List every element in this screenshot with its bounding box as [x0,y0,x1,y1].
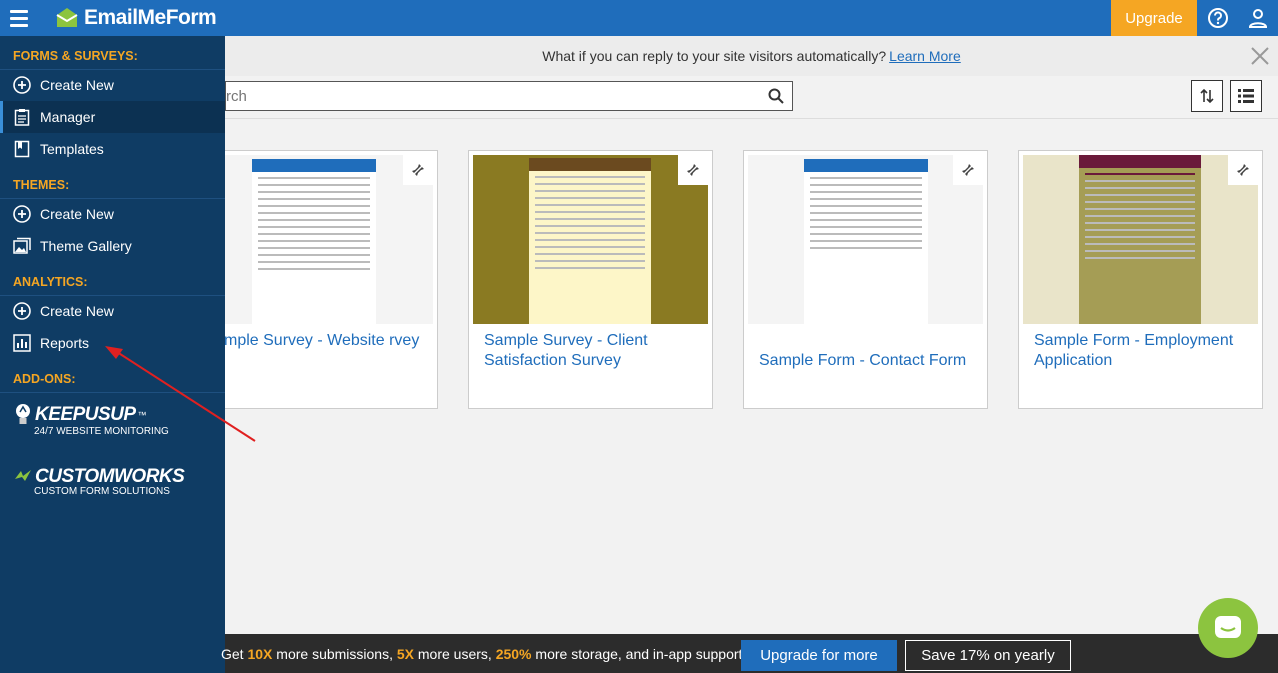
sidebar-item-label: Create New [40,303,114,319]
list-icon [1238,89,1254,103]
plus-circle-icon [12,204,32,224]
promo-number: 250% [495,645,532,662]
form-thumbnail [1023,155,1258,324]
chat-icon [1215,616,1241,638]
sidebar-item-themes-create[interactable]: Create New [0,198,225,230]
promo-bar: Get 10X more submissions, 5X more users,… [221,634,1278,673]
app-logo[interactable]: EmailMeForm [54,3,217,33]
logo-envelope-icon [56,8,78,27]
pin-icon[interactable] [403,155,433,185]
section-forms-heading: FORMS & SURVEYS: [13,49,138,63]
promo-segment: more users, [414,645,496,662]
pin-icon[interactable] [953,155,983,185]
lightbulb-icon [16,404,30,424]
search-input[interactable] [226,82,756,110]
chat-widget-button[interactable] [1198,598,1258,658]
top-bar: EmailMeForm Upgrade [0,0,1278,36]
template-icon [12,139,32,159]
sidebar-divider [0,392,225,393]
user-icon[interactable] [1246,6,1270,30]
card-title[interactable]: Sample Form - Employment Application [1034,331,1249,371]
sort-button[interactable] [1191,80,1223,112]
logo-text: EmailMeForm [84,6,217,29]
sidebar-item-manager[interactable]: Manager [0,101,225,133]
form-card[interactable]: Sample Survey - Client Satisfaction Surv… [468,150,713,409]
toolbar-divider [225,118,1278,119]
form-card[interactable]: Sample Form - Contact Form [743,150,988,409]
upgrade-for-more-button[interactable]: Upgrade for more [741,640,897,671]
search-box [225,81,793,111]
upgrade-button[interactable]: Upgrade [1111,0,1197,36]
sidebar-item-label: Create New [40,206,114,222]
sidebar-item-forms-create[interactable]: Create New [0,69,225,101]
keepusup-subtitle: 24/7 WEBSITE MONITORING [34,426,169,437]
keepusup-addon[interactable]: KEEPUSUP ™ 24/7 WEBSITE MONITORING [13,402,169,437]
pin-icon[interactable] [1228,155,1258,185]
learn-more-link[interactable]: Learn More [889,48,961,64]
section-addons-heading: ADD-ONS: [13,372,76,386]
save-yearly-button[interactable]: Save 17% on yearly [905,640,1071,671]
sidebar-item-label: Theme Gallery [40,238,132,254]
form-thumbnail [748,155,983,324]
search-icon[interactable] [768,88,784,104]
sidebar-item-label: Reports [40,335,90,351]
card-title[interactable]: Sample Survey - Client Satisfaction Surv… [484,331,699,371]
sidebar-item-label: Manager [40,109,96,125]
notice-text: What if you can reply to your site visit… [542,48,887,64]
form-thumbnail [473,155,708,324]
keepusup-tm: ™ [137,410,147,420]
customworks-brand: CUSTOMWORKS [35,466,185,487]
section-analytics-heading: ANALYTICS: [13,275,88,289]
promo-segment: more storage, and in-app support. [531,645,747,662]
sidebar-item-label: Create New [40,77,114,93]
bar-chart-icon [12,333,32,353]
form-card[interactable]: Sample Form - Employment Application [1018,150,1263,409]
promo-pre: Get [221,645,248,662]
promo-segment: more submissions, [272,645,397,662]
plus-circle-icon [12,301,32,321]
sort-icon [1200,88,1214,104]
form-card[interactable]: mple Survey - Website rvey [193,150,438,409]
sidebar-item-templates[interactable]: Templates [0,133,225,165]
close-icon[interactable] [1250,46,1270,66]
sidebar: FORMS & SURVEYS: Create New Manager Temp… [0,36,225,673]
help-icon[interactable] [1206,6,1230,30]
card-title[interactable]: mple Survey - Website rvey [224,331,439,351]
customworks-logo-icon [15,470,31,481]
promo-text: Get 10X more submissions, 5X more users,… [221,634,747,673]
section-themes-heading: THEMES: [13,178,70,192]
gallery-icon [12,236,32,256]
form-thumbnail [198,155,433,324]
list-view-button[interactable] [1230,80,1262,112]
keepusup-brand: KEEPUSUP [35,404,136,425]
sidebar-item-reports[interactable]: Reports [0,327,225,359]
customworks-addon[interactable]: CUSTOMWORKS CUSTOM FORM SOLUTIONS [13,466,185,497]
menu-icon[interactable] [0,0,38,36]
sidebar-item-label: Templates [40,141,104,157]
customworks-subtitle: CUSTOM FORM SOLUTIONS [34,486,170,497]
notice-bar: What if you can reply to your site visit… [225,36,1278,76]
pin-icon[interactable] [678,155,708,185]
sidebar-item-theme-gallery[interactable]: Theme Gallery [0,230,225,262]
promo-number: 5X [396,645,414,662]
clipboard-icon [12,107,32,127]
plus-circle-icon [12,75,32,95]
sidebar-item-analytics-create[interactable]: Create New [0,295,225,327]
card-title[interactable]: Sample Form - Contact Form [759,351,974,371]
promo-number: 10X [247,645,273,662]
